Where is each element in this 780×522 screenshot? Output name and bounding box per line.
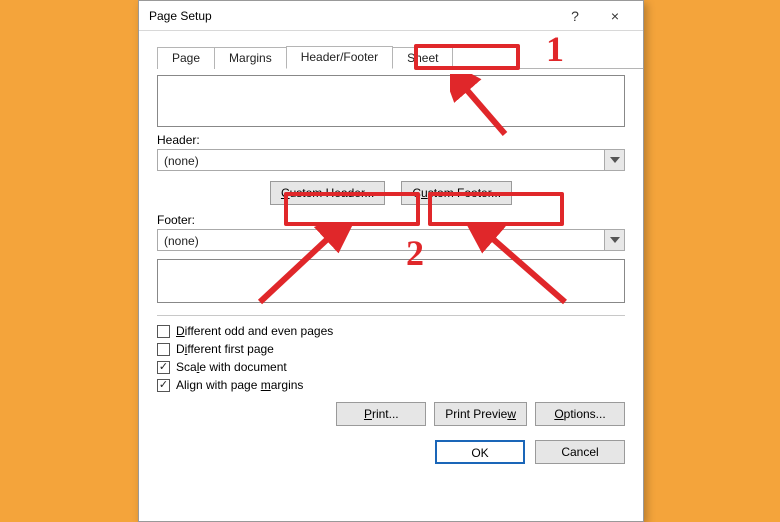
dialog-title: Page Setup [149, 1, 555, 31]
annotation-box-custom-footer [428, 192, 564, 226]
header-combo-value: (none) [158, 150, 604, 170]
annotation-number-1: 1 [546, 28, 564, 70]
header-combo-arrow[interactable] [604, 150, 624, 170]
checkbox-diff-first[interactable] [157, 343, 170, 356]
footer-combo-arrow[interactable] [604, 230, 624, 250]
tab-page[interactable]: Page [157, 47, 215, 69]
close-button[interactable]: × [595, 2, 635, 30]
checkbox-diff-odd-even[interactable] [157, 325, 170, 338]
annotation-box-tab [414, 44, 520, 70]
help-button[interactable]: ? [555, 2, 595, 30]
header-combo[interactable]: (none) [157, 149, 625, 171]
annotation-arrow-1 [450, 74, 530, 144]
annotation-arrow-2-left [250, 222, 360, 312]
chevron-down-icon [610, 237, 620, 243]
titlebar: Page Setup ? × [139, 1, 643, 31]
ok-button[interactable]: OK [435, 440, 525, 464]
checkbox-scale-doc-label: Scale with document [176, 360, 287, 374]
checkbox-diff-odd-even-label: Different odd and even pages [176, 324, 333, 338]
checkbox-scale-doc[interactable] [157, 361, 170, 374]
checkbox-align-margins-label: Align with page margins [176, 378, 303, 392]
header-preview [157, 75, 625, 127]
tab-header-footer[interactable]: Header/Footer [286, 46, 393, 69]
annotation-box-custom-header [284, 192, 420, 226]
annotation-number-2: 2 [406, 232, 424, 274]
checkbox-align-margins[interactable] [157, 379, 170, 392]
print-button[interactable]: Print... [336, 402, 426, 426]
print-preview-button[interactable]: Print Preview [434, 402, 527, 426]
separator [157, 315, 625, 316]
tab-margins[interactable]: Margins [214, 47, 287, 69]
options-button[interactable]: Options... [535, 402, 625, 426]
chevron-down-icon [610, 157, 620, 163]
checkbox-diff-first-label: Different first page [176, 342, 274, 356]
annotation-arrow-2-right [460, 222, 580, 312]
tab-strip: Page Margins Header/Footer Sheet [157, 45, 643, 69]
cancel-button[interactable]: Cancel [535, 440, 625, 464]
header-label: Header: [157, 133, 625, 147]
